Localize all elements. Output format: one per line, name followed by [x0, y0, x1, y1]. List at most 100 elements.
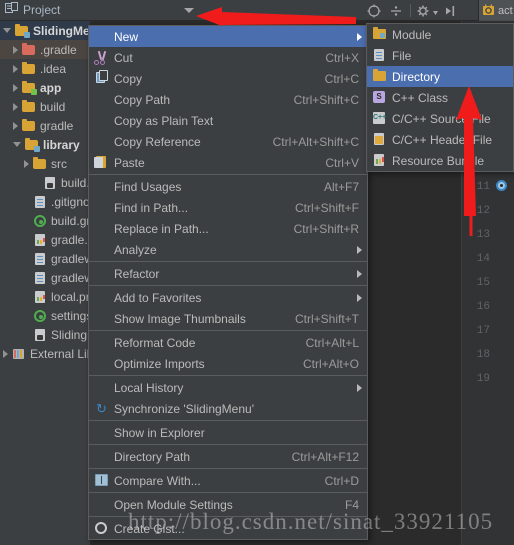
menu-item[interactable]: Show Image Thumbnails Ctrl+Shift+T — [89, 308, 367, 329]
submenu-item[interactable]: File — [367, 45, 513, 66]
menu-item[interactable]: Reformat Code Ctrl+Alt+L — [89, 332, 367, 353]
twisty-expanded-icon[interactable] — [13, 142, 21, 147]
menu-item[interactable]: Open Module Settings F4 — [89, 494, 367, 515]
settings-button[interactable] — [416, 0, 432, 21]
tree-item[interactable]: local.properties — [0, 287, 90, 306]
tree-item-label: settings.gradle — [51, 308, 90, 323]
menu-item-label: New — [114, 29, 139, 44]
menu-item[interactable]: Paste Ctrl+V — [89, 152, 367, 173]
tree-item[interactable]: External Libraries — [0, 344, 90, 363]
submenu-item[interactable]: S C++ Class — [367, 87, 513, 108]
menu-item[interactable]: Copy Reference Ctrl+Alt+Shift+C — [89, 131, 367, 152]
submenu-item[interactable]: Directory — [367, 66, 513, 87]
menu-item[interactable]: Directory Path Ctrl+Alt+F12 — [89, 446, 367, 467]
tree-item[interactable]: build.gradle — [0, 211, 90, 230]
submenu-item[interactable]: C/C++ Header File — [367, 129, 513, 150]
menu-item[interactable]: Analyze — [89, 239, 367, 260]
tree-item[interactable]: app — [0, 78, 90, 97]
tree-item[interactable]: build — [0, 97, 90, 116]
tree-item-label: gradlew — [51, 251, 90, 266]
menu-item-label: Copy Path — [114, 92, 171, 107]
twisty-collapsed-icon[interactable] — [13, 64, 18, 73]
locate-icon — [367, 4, 381, 17]
hide-panel-button[interactable] — [442, 0, 458, 21]
line-number: 14 — [476, 253, 490, 265]
menu-separator — [89, 444, 367, 445]
menu-item[interactable]: Local History — [89, 377, 367, 398]
menu-item[interactable]: Refactor — [89, 263, 367, 284]
twisty-collapsed-icon[interactable] — [13, 83, 18, 92]
menu-item-label: Optimize Imports — [114, 356, 205, 371]
menu-item[interactable]: Cut Ctrl+X — [89, 47, 367, 68]
project-tree[interactable]: SlidingMenu .gradle .idea app build gradle lib… — [0, 21, 90, 545]
twisty-collapsed-icon[interactable] — [13, 102, 18, 111]
menu-item[interactable]: Add to Favorites — [89, 287, 367, 308]
module-icon — [371, 27, 388, 42]
tree-item[interactable]: gradle — [0, 116, 90, 135]
menu-item[interactable]: Copy Path Ctrl+Shift+C — [89, 89, 367, 110]
submenu-item[interactable]: Resource Bundle — [367, 150, 513, 171]
twisty-collapsed-icon[interactable] — [3, 349, 8, 358]
menu-item[interactable]: Show in Explorer — [89, 422, 367, 443]
menu-item[interactable]: New — [89, 26, 367, 47]
submenu-item-label: Module — [392, 27, 432, 42]
tree-item[interactable]: SlidingMenu.iml — [0, 325, 90, 344]
project-panel-header[interactable]: Project — [5, 0, 60, 20]
submenu-item[interactable]: Module — [367, 24, 513, 45]
menu-item-label: Replace in Path... — [114, 221, 209, 236]
twisty-collapsed-icon[interactable] — [13, 45, 18, 54]
menu-item-shortcut: Ctrl+Alt+Shift+C — [272, 134, 359, 149]
new-submenu[interactable]: Module File Directory S C++ Class C++ C/C++ So… — [366, 23, 514, 172]
menu-item-shortcut: Ctrl+Shift+C — [293, 92, 359, 107]
tab-activity[interactable]: act — [478, 0, 514, 21]
menu-item[interactable]: Copy as Plain Text — [89, 110, 367, 131]
chevron-down-icon[interactable] — [184, 8, 194, 13]
tree-item[interactable]: library — [0, 135, 90, 154]
tree-item[interactable]: .gradle — [0, 40, 90, 59]
cpp-header-icon — [371, 132, 388, 147]
directory-icon — [371, 69, 388, 84]
menu-item-icon-placeholder — [93, 179, 110, 194]
twisty-collapsed-icon[interactable] — [24, 159, 29, 168]
twisty-expanded-icon[interactable] — [3, 28, 11, 33]
tree-item[interactable]: SlidingMenu — [0, 21, 90, 40]
tree-item-label: External Libraries — [30, 346, 90, 361]
tree-item[interactable]: .idea — [0, 59, 90, 78]
twisty-collapsed-icon[interactable] — [13, 121, 18, 130]
collapse-all-button[interactable] — [388, 0, 404, 21]
tree-item[interactable]: build.gradle — [0, 173, 90, 192]
submenu-item[interactable]: C++ C/C++ Source File — [367, 108, 513, 129]
tree-item[interactable]: gradlew.bat — [0, 268, 90, 287]
tree-item-label: .idea — [40, 61, 67, 76]
menu-item-shortcut: Ctrl+V — [325, 155, 359, 170]
tree-item[interactable]: gradlew — [0, 249, 90, 268]
tree-item[interactable]: gradle.properties — [0, 230, 90, 249]
menu-item[interactable]: ↻ Synchronize 'SlidingMenu' — [89, 398, 367, 419]
twisty-placeholder — [24, 332, 29, 337]
file-icon — [371, 48, 388, 63]
file-text-icon — [33, 252, 47, 266]
tree-item[interactable]: .gitignore — [0, 192, 90, 211]
tab-activity-label: act — [498, 4, 513, 17]
context-menu[interactable]: New Cut Ctrl+X Copy Ctrl+C Copy Path Ctrl+Shif… — [88, 25, 368, 540]
locate-button[interactable] — [366, 0, 382, 21]
menu-item-shortcut: Ctrl+C — [324, 71, 359, 86]
menu-item[interactable]: Find Usages Alt+F7 — [89, 176, 367, 197]
tree-item[interactable]: settings.gradle — [0, 306, 90, 325]
menu-item-label: Show in Explorer — [114, 425, 205, 440]
menu-item[interactable]: Find in Path... Ctrl+Shift+F — [89, 197, 367, 218]
submenu-item-label: Resource Bundle — [392, 153, 485, 168]
breakpoint-icon[interactable] — [496, 180, 507, 191]
menu-item-icon-placeholder — [93, 200, 110, 215]
menu-item[interactable]: Replace in Path... Ctrl+Shift+R — [89, 218, 367, 239]
menu-item[interactable]: Compare With... Ctrl+D — [89, 470, 367, 491]
module-folder-icon — [15, 23, 30, 38]
tree-item[interactable]: src — [0, 154, 90, 173]
resource-bundle-icon — [371, 153, 388, 168]
menu-item[interactable]: Create Gist... — [89, 518, 367, 539]
submenu-item-label: File — [392, 48, 412, 63]
menu-item[interactable]: Copy Ctrl+C — [89, 68, 367, 89]
settings-dropdown-arrow[interactable] — [432, 1, 439, 22]
toolbar-divider — [410, 4, 411, 17]
menu-item[interactable]: Optimize Imports Ctrl+Alt+O — [89, 353, 367, 374]
